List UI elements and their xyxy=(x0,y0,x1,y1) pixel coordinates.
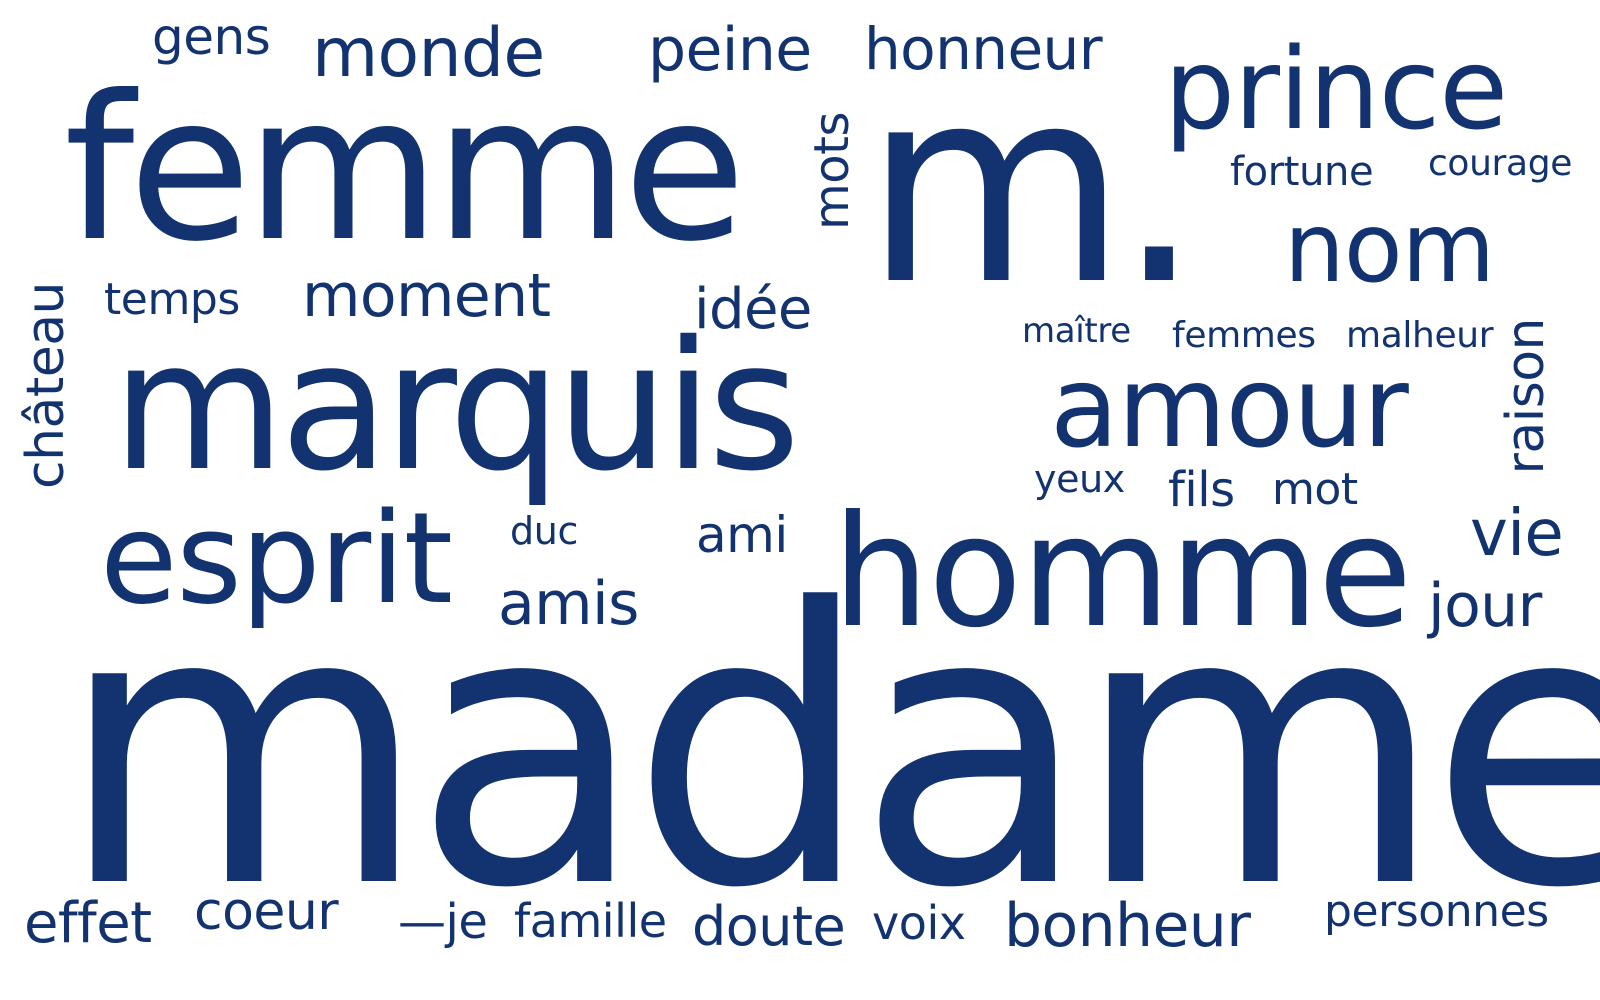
word-cloud: gens monde peine honneur prince femme m.… xyxy=(0,0,1600,1000)
word-je: —je xyxy=(398,894,488,950)
word-coeur: coeur xyxy=(194,882,339,942)
word-raison: raison xyxy=(1496,318,1556,475)
word-mots: mots xyxy=(804,112,860,231)
word-prince: prince xyxy=(1164,25,1508,155)
word-chateau: château xyxy=(16,282,76,489)
word-fortune: fortune xyxy=(1230,149,1374,195)
word-voix: voix xyxy=(872,896,966,950)
word-effet: effet xyxy=(24,891,152,956)
word-m: m. xyxy=(864,29,1202,344)
word-nom: nom xyxy=(1284,192,1495,304)
word-marquis: marquis xyxy=(112,303,800,510)
word-courage: courage xyxy=(1428,143,1572,184)
word-famille: famille xyxy=(514,894,667,948)
word-doute: doute xyxy=(692,895,846,958)
word-personnes: personnes xyxy=(1324,886,1549,937)
word-bonheur: bonheur xyxy=(1004,891,1251,961)
word-femme: femme xyxy=(64,53,746,286)
word-amour: amour xyxy=(1050,343,1409,473)
